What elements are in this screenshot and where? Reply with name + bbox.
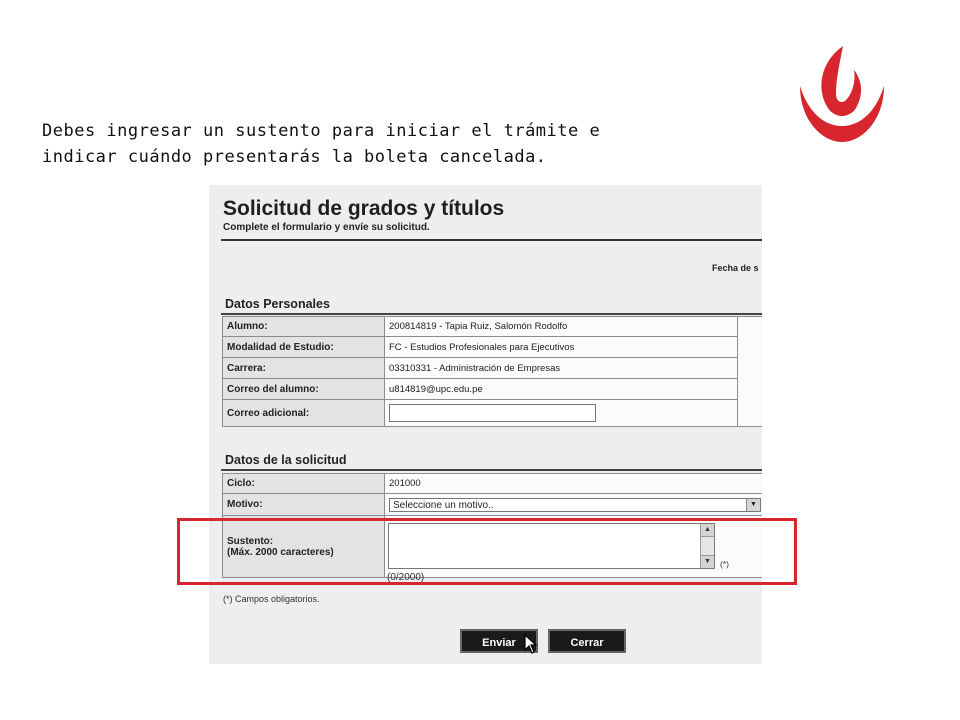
page-title: Solicitud de grados y títulos — [223, 197, 505, 220]
row-extra-cell — [737, 316, 762, 427]
modalidad-value: FC - Estudios Profesionales para Ejecuti… — [384, 336, 738, 358]
alumno-value: 200814819 - Tapia Ruiz, Salomón Rodolfo — [384, 316, 738, 337]
correo-alumno-label: Correo del alumno: — [222, 378, 385, 400]
instruction-caption: Debes ingresar un sustento para iniciar … — [42, 121, 601, 167]
ciclo-label: Ciclo: — [222, 473, 385, 494]
motivo-cell: Seleccione un motivo.. ▼ — [384, 493, 762, 516]
section-divider — [221, 313, 762, 315]
table-row: Ciclo: 201000 — [222, 473, 762, 494]
page-subtitle: Complete el formulario y envíe su solici… — [223, 222, 430, 233]
correo-adicional-label: Correo adicional: — [222, 399, 385, 427]
table-row: Motivo: Seleccione un motivo.. ▼ — [222, 493, 762, 516]
correo-alumno-value: u814819@upc.edu.pe — [384, 378, 738, 400]
datos-personales-table: Alumno: 200814819 - Tapia Ruiz, Salomón … — [222, 316, 762, 427]
chevron-down-icon[interactable]: ▼ — [746, 498, 760, 511]
motivo-label: Motivo: — [222, 493, 385, 516]
cerrar-button[interactable]: Cerrar — [548, 629, 626, 653]
title-divider — [221, 239, 762, 241]
table-row: Correo del alumno: u814819@upc.edu.pe — [222, 378, 763, 400]
correo-adicional-input[interactable] — [389, 404, 596, 422]
ciclo-value: 201000 — [384, 473, 762, 494]
table-row: Carrera: 03310331 - Administración de Em… — [222, 357, 763, 379]
alumno-label: Alumno: — [222, 316, 385, 337]
modalidad-label: Modalidad de Estudio: — [222, 336, 385, 358]
upc-logo — [800, 46, 884, 142]
motivo-select[interactable]: Seleccione un motivo.. ▼ — [389, 497, 761, 512]
fecha-label: Fecha de s — [712, 263, 759, 273]
correo-adicional-cell — [384, 399, 738, 427]
sustento-highlight-box — [177, 518, 797, 585]
carrera-label: Carrera: — [222, 357, 385, 379]
table-row: Alumno: 200814819 - Tapia Ruiz, Salomón … — [222, 316, 762, 427]
table-row: Correo adicional: — [222, 399, 763, 427]
form-screenshot: Solicitud de grados y títulos Complete e… — [209, 185, 762, 664]
table-row: Modalidad de Estudio: FC - Estudios Prof… — [222, 336, 763, 358]
carrera-value: 03310331 - Administración de Empresas — [384, 357, 738, 379]
section-datos-solicitud: Datos de la solicitud — [225, 453, 347, 467]
section-datos-personales: Datos Personales — [225, 297, 330, 311]
required-fields-note: (*) Campos obligatorios. — [223, 594, 320, 604]
section-divider — [221, 469, 762, 471]
motivo-selected-text: Seleccione un motivo.. — [393, 499, 494, 511]
mouse-pointer-icon — [524, 634, 538, 654]
